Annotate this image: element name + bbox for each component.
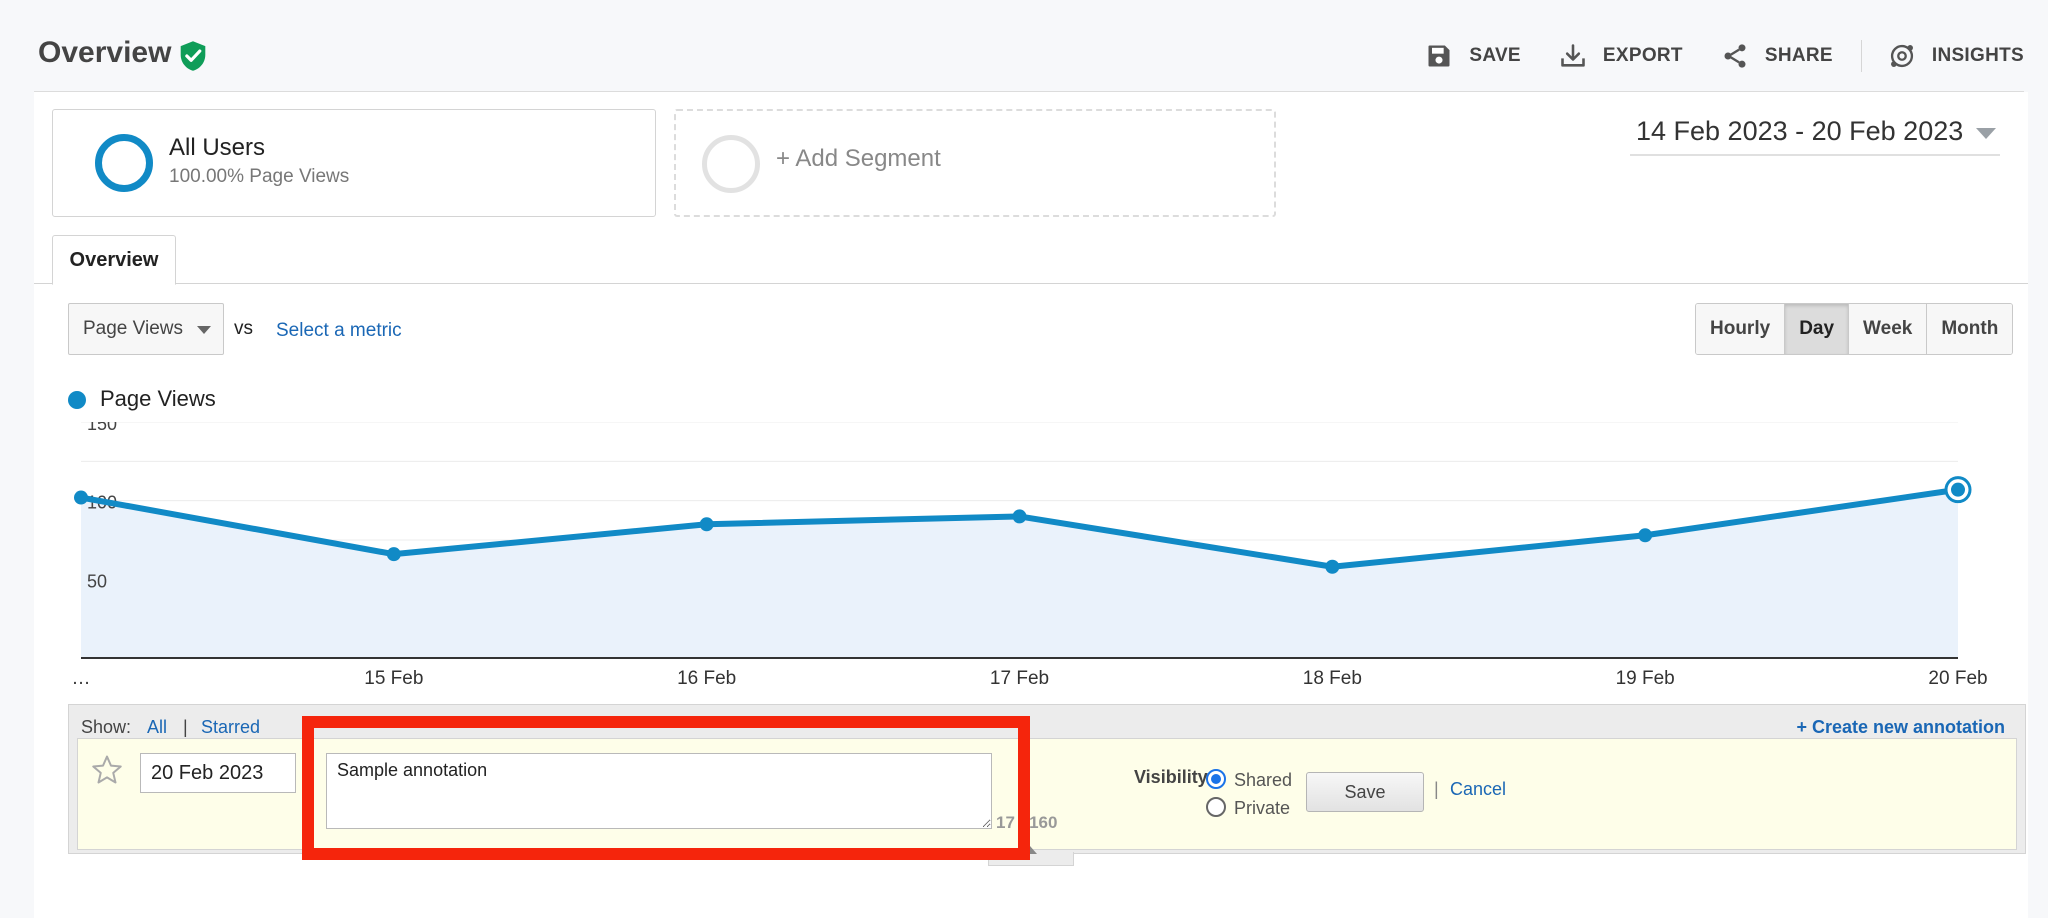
x-tick-label: 20 Feb [1928,668,1987,689]
create-annotation-link[interactable]: + Create new annotation [1796,717,2005,738]
segment-name: All Users [169,134,266,161]
period-day-button[interactable]: Day [1784,304,1849,354]
report-body: All Users 100.00% Page Views + Add Segme… [34,92,2028,918]
caret-down-icon [197,326,211,334]
vs-label: vs [234,318,253,339]
annotation-text-input[interactable]: Sample annotation [326,753,992,829]
metric-select-value: Page Views [83,318,183,339]
period-week-button[interactable]: Week [1848,304,1927,354]
segment-ring-icon [95,134,153,192]
character-count: 17 / 160 [996,813,1058,832]
save-label: SAVE [1469,45,1521,66]
annotation-date-input[interactable] [140,753,296,793]
x-tick-label: 17 Feb [990,668,1049,689]
annotation-panel: Show: All | Starred + Create new annotat… [68,704,2026,854]
add-segment-label: + Add Segment [776,145,941,172]
toolbar-divider [1860,40,1862,72]
report-toolbar: SAVE EXPORT SHARE INSIGHTS [1387,38,2024,74]
data-point [386,547,401,562]
page-views-chart[interactable]: 50100150… 15 Feb 16 Feb 17 Feb 18 Feb 19 Feb 2… [34,422,2028,712]
data-point [1951,482,1965,497]
insights-icon [1890,44,1913,68]
annotation-save-button[interactable]: Save [1306,772,1424,812]
x-tick-label: 15 Feb [364,668,423,689]
visibility-private-radio[interactable] [1206,797,1226,817]
data-point [1012,509,1027,524]
star-icon[interactable] [90,753,124,787]
annotation-collapse-handle[interactable] [988,846,1074,866]
data-point [699,517,714,532]
download-icon [1561,44,1585,67]
share-icon [1724,44,1746,68]
page-title: Overview [38,36,172,69]
annotation-form: Sample annotation 17 / 160 Visibility: S… [77,738,2017,850]
x-tick-label: 16 Feb [677,668,736,689]
insights-label: INSIGHTS [1931,45,2024,66]
add-segment-button[interactable]: + Add Segment [674,109,1276,217]
save-button[interactable]: SAVE [1425,42,1521,70]
show-all-link[interactable]: All [147,717,167,738]
y-tick-label: 150 [87,422,117,434]
segment-detail: 100.00% Page Views [169,166,350,187]
period-hourly-button[interactable]: Hourly [1696,304,1785,354]
period-toggle: Hourly Day Week Month [1695,303,2014,355]
tab-divider [34,283,2028,284]
add-segment-ring-icon [702,135,760,193]
save-icon [1428,45,1450,67]
show-label: Show: [81,717,132,737]
segment-all-users[interactable]: All Users 100.00% Page Views [52,109,656,217]
share-label: SHARE [1764,45,1833,66]
date-range-picker[interactable]: 14 Feb 2023 - 20 Feb 2023 [1630,114,2000,156]
show-starred-link[interactable]: Starred [201,717,260,738]
data-point [1638,528,1653,543]
data-point [1325,559,1340,574]
select-metric-link[interactable]: Select a metric [276,320,402,342]
verified-shield-icon [180,41,206,71]
chevron-down-icon [1976,128,1996,139]
report-header: Overview SAVE EXPORT SHARE INSIGHTS [34,0,2024,92]
annotation-cancel-link[interactable]: Cancel [1450,779,1506,800]
period-month-button[interactable]: Month [1926,304,2013,354]
visibility-private-label: Private [1234,798,1291,818]
legend-label: Page Views [100,386,216,411]
visibility-shared-label: Shared [1234,770,1293,790]
export-label: EXPORT [1602,45,1683,66]
x-tick-label: 18 Feb [1303,668,1362,689]
y-tick-label: 50 [87,571,107,591]
x-tick-label: … [72,668,91,689]
data-point [74,490,88,505]
legend-marker [68,391,86,409]
date-range-text: 14 Feb 2023 - 20 Feb 2023 [1636,116,1964,146]
share-button[interactable]: SHARE [1721,42,1833,70]
export-button[interactable]: EXPORT [1559,42,1683,70]
tab-overview[interactable]: Overview [52,235,176,285]
show-separator: | [183,717,188,737]
insights-button[interactable]: INSIGHTS [1888,42,2024,70]
x-tick-label: 19 Feb [1616,668,1675,689]
form-separator: | [1434,779,1439,799]
visibility-label: Visibility: [1134,767,1214,787]
collapse-arrow-icon [1023,846,1037,854]
metric-select[interactable]: Page Views [68,303,224,355]
visibility-shared-radio[interactable] [1206,769,1226,789]
